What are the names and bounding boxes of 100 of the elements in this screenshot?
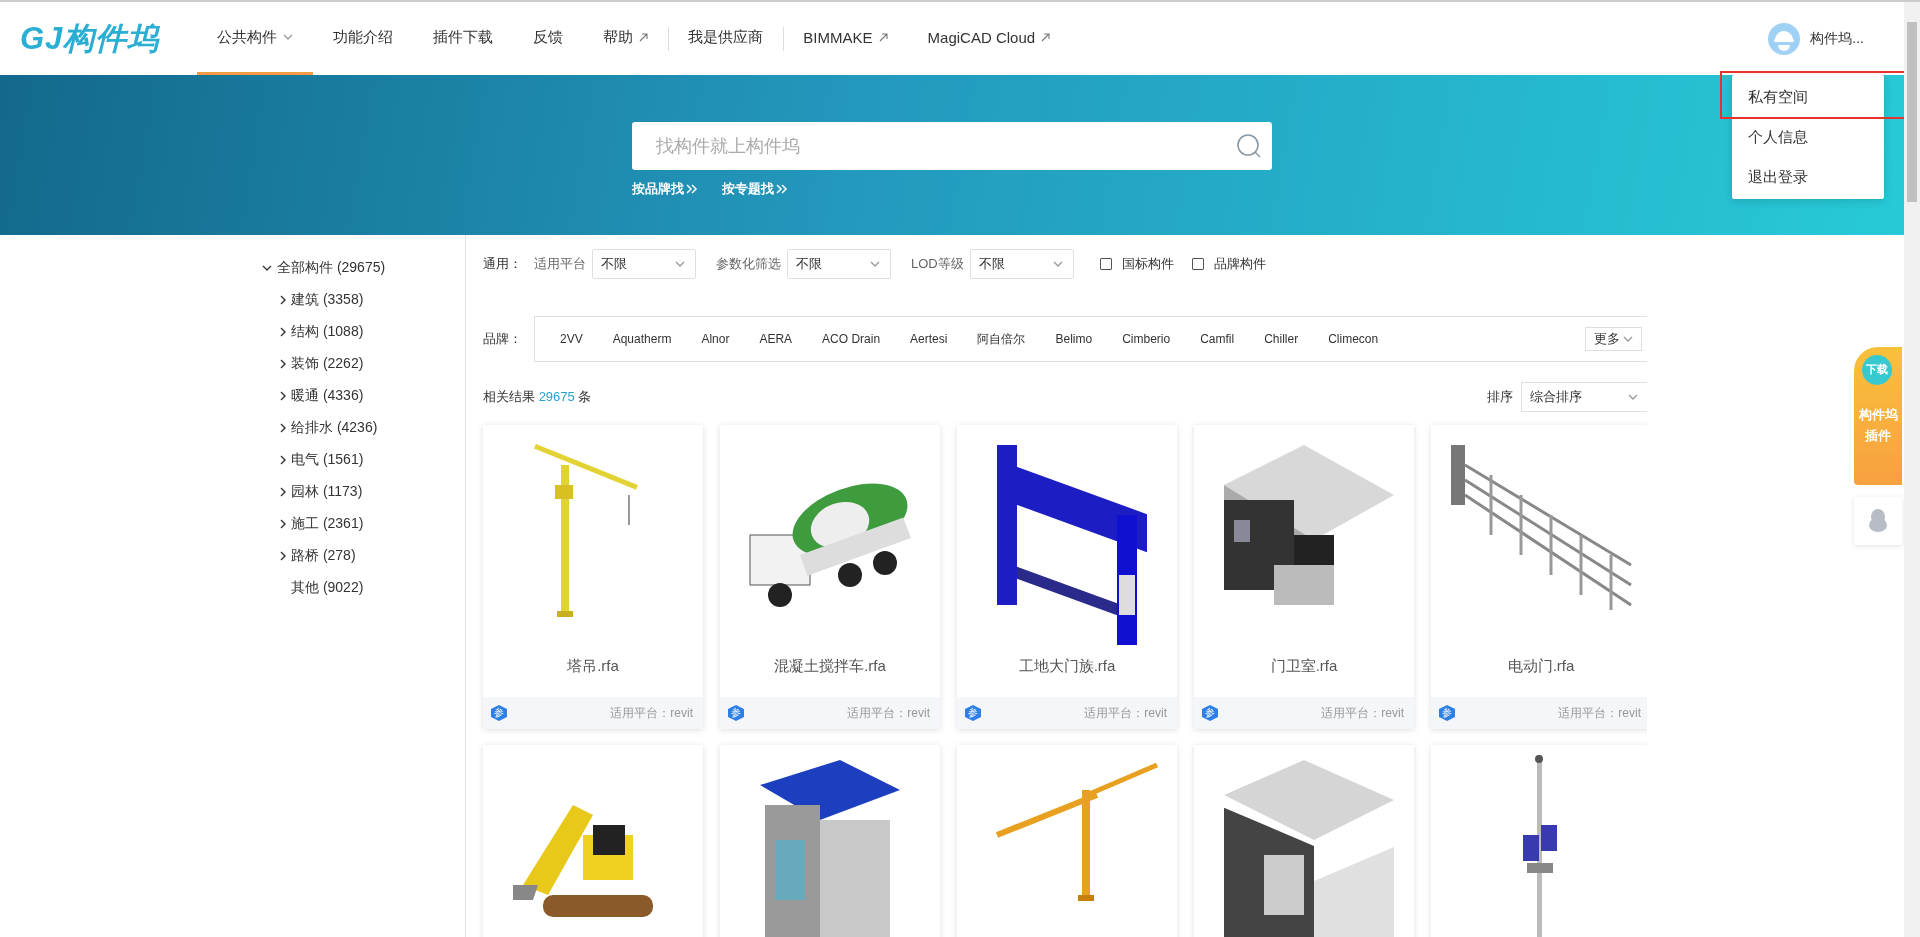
caret-icon (1628, 394, 1638, 400)
nav-tab[interactable]: BIMMAKE (783, 2, 908, 75)
caret-icon (283, 34, 294, 40)
brand-link[interactable]: Alnor (686, 332, 745, 346)
brand-link[interactable]: 阿自倍尔 (962, 330, 1041, 348)
checkbox-label[interactable]: 国标构件 (1121, 255, 1174, 273)
card-title[interactable]: 工地大门族.rfa (957, 657, 1177, 697)
caret-icon (1623, 336, 1633, 342)
platform-label: 适用平台：revit (847, 704, 930, 722)
brand-link[interactable]: 2VV (545, 332, 598, 346)
download-badge: 下载 (1862, 355, 1892, 385)
component-card[interactable]: 工地大门族.rfa 参 适用平台：revit (957, 425, 1177, 729)
penguin-icon (1868, 509, 1888, 533)
filter-label: 适用平台 (534, 255, 586, 273)
card-title[interactable]: 门卫室.rfa (1194, 657, 1414, 697)
tree-item[interactable]: 全部构件 (29675) (262, 252, 465, 284)
card-title[interactable]: 塔吊.rfa (483, 657, 703, 697)
checkbox-label[interactable]: 品牌构件 (1213, 255, 1266, 273)
filter-select[interactable]: 不限 (787, 249, 891, 279)
card-title[interactable]: 电动门.rfa (1431, 657, 1647, 697)
scrollbar-thumb[interactable] (1907, 22, 1917, 202)
menu-item[interactable]: 个人信息 (1732, 117, 1884, 157)
search-field[interactable]: 找构件就上构件坞 (632, 122, 1272, 170)
chevron-right-icon (280, 391, 286, 401)
brand-link[interactable]: AERA (744, 332, 808, 346)
tree-item[interactable]: 电气 (1561) (262, 444, 465, 476)
filter-select[interactable]: 不限 (592, 249, 696, 279)
sort-select[interactable]: 综合排序 (1521, 382, 1647, 412)
platform-label: 适用平台：revit (1321, 704, 1404, 722)
brand-link[interactable]: Belimo (1040, 332, 1108, 346)
double-chevron-icon (686, 184, 698, 194)
checkbox[interactable] (1191, 258, 1204, 270)
nav-tab[interactable]: 帮助 (583, 2, 669, 75)
tree-item[interactable]: 施工 (2361) (262, 508, 465, 540)
menu-item[interactable]: 退出登录 (1732, 157, 1884, 197)
tree-item[interactable]: 路桥 (278) (262, 540, 465, 572)
external-link-icon (1041, 32, 1051, 42)
brand-link[interactable]: Cimberio (1107, 332, 1186, 346)
nav-tab[interactable]: 功能介绍 (313, 2, 414, 75)
caret-icon (870, 261, 880, 267)
badge-icon: 参 (491, 705, 507, 721)
tree-item[interactable]: 装饰 (2262) (262, 348, 465, 380)
result-count: 相关结果 29675 条 (483, 388, 592, 406)
external-link-icon (639, 32, 649, 42)
brand-link[interactable]: Aquatherm (597, 332, 687, 346)
chevron-right-icon (280, 295, 286, 305)
brand-link[interactable]: Chiller (1249, 332, 1314, 346)
sort-label: 排序 (1487, 388, 1513, 406)
user-name[interactable]: 构件坞... (1810, 29, 1864, 48)
card-title[interactable]: 混凝土搅拌车.rfa (720, 657, 940, 697)
chevron-right-icon (280, 551, 286, 561)
search-icon[interactable] (1236, 133, 1262, 159)
more-button[interactable]: 更多 (1585, 327, 1642, 351)
filter-label: 参数化筛选 (716, 255, 781, 273)
filter-link[interactable]: 按专题找 (722, 180, 788, 198)
badge-icon: 参 (1439, 705, 1455, 721)
tree-item[interactable]: 其他 (9022) (262, 572, 465, 604)
filter-select[interactable]: 不限 (969, 249, 1074, 279)
brand-link[interactable]: Climecon (1313, 332, 1394, 346)
chevron-right-icon (280, 359, 286, 369)
chevron-right-icon (280, 327, 286, 337)
nav-tab[interactable]: MagiCAD Cloud (907, 2, 1071, 75)
chevron-right-icon (280, 487, 286, 497)
platform-label: 适用平台：revit (1558, 704, 1641, 722)
filter-label: 通用： (483, 255, 522, 273)
widget-label: 构件坞 (1858, 406, 1898, 425)
double-chevron-icon (776, 184, 788, 194)
brand-link[interactable]: ACO Drain (807, 332, 896, 346)
badge-icon: 参 (728, 705, 744, 721)
filter-label: LOD等级 (911, 255, 964, 273)
chevron-right-icon (280, 519, 286, 529)
caret-icon (262, 265, 272, 271)
tree-item[interactable]: 暖通 (4336) (262, 380, 465, 412)
widget-label: 插件 (1865, 427, 1891, 445)
component-card[interactable]: 电动门.rfa 参 适用平台：revit (1431, 425, 1647, 729)
brand-link[interactable]: Camfil (1185, 332, 1250, 346)
brand-link[interactable]: Aertesi (895, 332, 963, 346)
component-card[interactable]: 门卫室.rfa 参 适用平台：revit (1194, 425, 1414, 729)
caret-icon (675, 261, 685, 267)
platform-label: 适用平台：revit (610, 704, 693, 722)
menu-item[interactable]: 私有空间 (1732, 77, 1884, 117)
platform-label: 适用平台：revit (1084, 704, 1167, 722)
tree-item[interactable]: 给排水 (4236) (262, 412, 465, 444)
badge-icon: 参 (1202, 705, 1218, 721)
badge-icon: 参 (965, 705, 981, 721)
tree-item[interactable]: 结构 (1088) (262, 316, 465, 348)
caret-icon (1052, 261, 1063, 267)
chevron-right-icon (280, 423, 286, 433)
filter-label: 品牌： (483, 330, 522, 348)
chevron-right-icon (280, 455, 286, 465)
component-card[interactable]: 塔吊.rfa 参 适用平台：revit (483, 425, 703, 729)
nav-tab[interactable]: 插件下载 (413, 2, 514, 75)
filter-link[interactable]: 按品牌找 (632, 180, 698, 198)
external-link-icon (878, 32, 888, 42)
nav-tab[interactable]: 反馈 (513, 2, 584, 75)
nav-tab[interactable]: 我是供应商 (668, 2, 784, 75)
tree-item[interactable]: 园林 (1173) (262, 476, 465, 508)
component-card[interactable]: 混凝土搅拌车.rfa 参 适用平台：revit (720, 425, 940, 729)
tree-item[interactable]: 建筑 (3358) (262, 284, 465, 316)
checkbox[interactable] (1099, 258, 1112, 270)
